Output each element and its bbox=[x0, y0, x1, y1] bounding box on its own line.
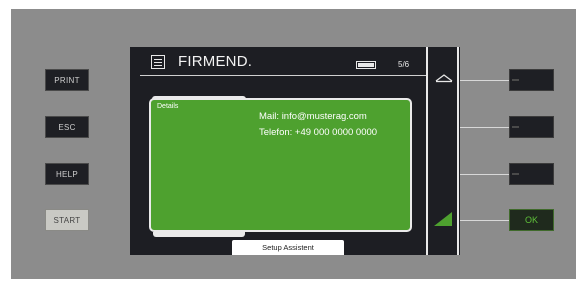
scroll-indicator-icon bbox=[434, 212, 452, 226]
scroll-up-icon[interactable] bbox=[434, 73, 454, 83]
softkey-2[interactable] bbox=[509, 116, 554, 138]
softkey-connector bbox=[460, 80, 509, 81]
start-key[interactable]: START bbox=[45, 209, 89, 231]
menu-list-icon bbox=[151, 55, 165, 69]
section-label: Details bbox=[157, 103, 179, 110]
softkey-mark bbox=[512, 79, 519, 81]
softkey-1[interactable] bbox=[509, 69, 554, 91]
scrollbar-track-left bbox=[426, 47, 428, 255]
setup-assistant-tab[interactable]: Setup Assistent bbox=[232, 240, 344, 255]
print-key[interactable]: PRINT bbox=[45, 69, 89, 91]
scrollbar-track-right bbox=[457, 47, 459, 255]
help-key[interactable]: HELP bbox=[45, 163, 89, 185]
mail-text: Mail: info@musterag.com bbox=[259, 111, 367, 122]
softkey-mark bbox=[512, 126, 519, 128]
softkey-connector bbox=[460, 220, 509, 221]
softkey-connector bbox=[460, 174, 509, 175]
phone-text: Telefon: +49 000 0000 0000 bbox=[259, 127, 378, 138]
title-divider bbox=[140, 75, 426, 76]
screen-title: FIRMEND. bbox=[178, 53, 253, 70]
softkey-connector bbox=[460, 127, 509, 128]
battery-icon bbox=[356, 61, 376, 69]
esc-key[interactable]: ESC bbox=[45, 116, 89, 138]
card-bottom-tab bbox=[153, 232, 245, 237]
softkey-3[interactable] bbox=[509, 163, 554, 185]
page-indicator: 5/6 bbox=[398, 60, 410, 69]
ok-key[interactable]: OK bbox=[509, 209, 554, 231]
softkey-mark bbox=[512, 173, 519, 175]
